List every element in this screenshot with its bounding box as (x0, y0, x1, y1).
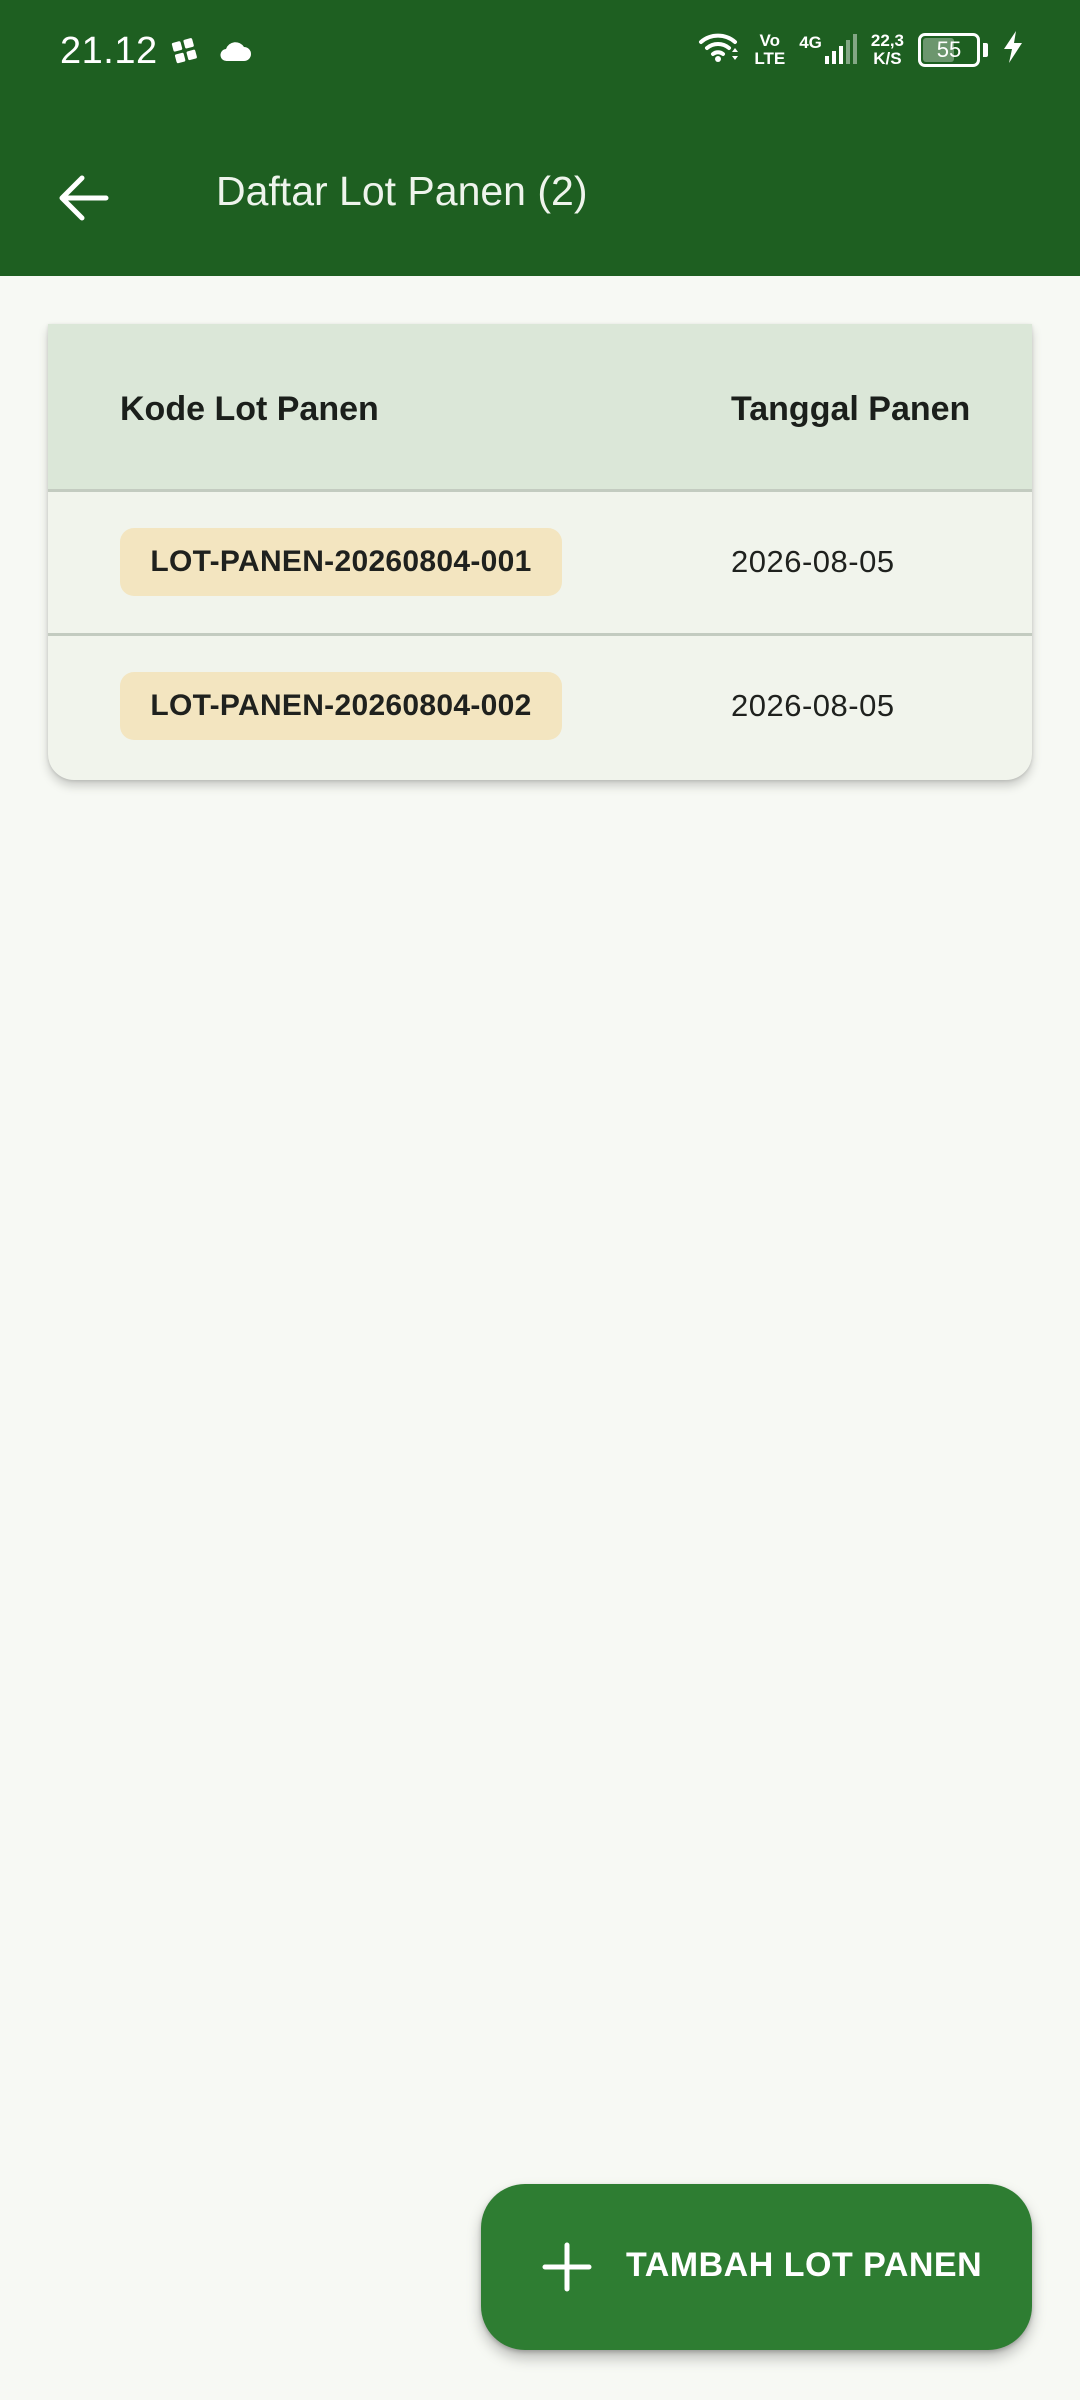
back-button[interactable] (48, 162, 120, 234)
volte-indicator: Vo LTE (754, 30, 786, 68)
battery-level: 55 (936, 36, 962, 62)
app-notification-icon (168, 34, 202, 73)
table-row[interactable]: LOT-PANEN-20260804-001 2026-08-05 (48, 492, 1032, 636)
status-time: 21.12 (60, 30, 158, 72)
network-type: 4G (799, 32, 822, 52)
harvest-date: 2026-08-05 (731, 688, 895, 723)
network-indicator: 4G (799, 32, 857, 66)
volte-bottom: LTE (754, 48, 786, 68)
table-row[interactable]: LOT-PANEN-20260804-002 2026-08-05 (48, 636, 1032, 780)
page-title: Daftar Lot Panen (2) (216, 168, 588, 214)
status-left-icons (168, 34, 252, 73)
add-lot-label: TAMBAH LOT PANEN (626, 2246, 983, 2284)
network-speed: 22,3 K/S (870, 30, 904, 68)
battery-icon: 55 (918, 32, 980, 67)
status-right-icons: Vo LTE 4G 22,3 K/S 55 (698, 30, 1024, 69)
table-header: Kode Lot Panen Tanggal Panen (48, 324, 1032, 492)
volte-top: Vo (759, 30, 781, 50)
column-header-code[interactable]: Kode Lot Panen (120, 390, 379, 429)
add-lot-button[interactable]: TAMBAH LOT PANEN (481, 2184, 1032, 2350)
column-header-date[interactable]: Tanggal Panen (731, 390, 970, 429)
charging-icon (1002, 31, 1024, 68)
lot-table: Kode Lot Panen Tanggal Panen LOT-PANEN-2… (48, 324, 1032, 780)
harvest-date: 2026-08-05 (731, 544, 895, 579)
wifi-icon (698, 30, 740, 69)
arrow-back-icon (59, 175, 109, 221)
speed-unit: K/S (873, 48, 902, 68)
status-bar: 21.12 Vo LTE 4G 22,3 K/S 55 (0, 0, 1080, 108)
lot-code-chip[interactable]: LOT-PANEN-20260804-002 (120, 672, 562, 740)
speed-value: 22,3 (870, 30, 904, 50)
battery-cap (983, 42, 988, 57)
app-bar: Daftar Lot Panen (2) (0, 108, 1080, 276)
plus-icon (542, 2242, 592, 2292)
signal-icon (824, 33, 857, 64)
lot-code-chip[interactable]: LOT-PANEN-20260804-001 (120, 528, 562, 596)
cloud-icon (218, 39, 252, 68)
